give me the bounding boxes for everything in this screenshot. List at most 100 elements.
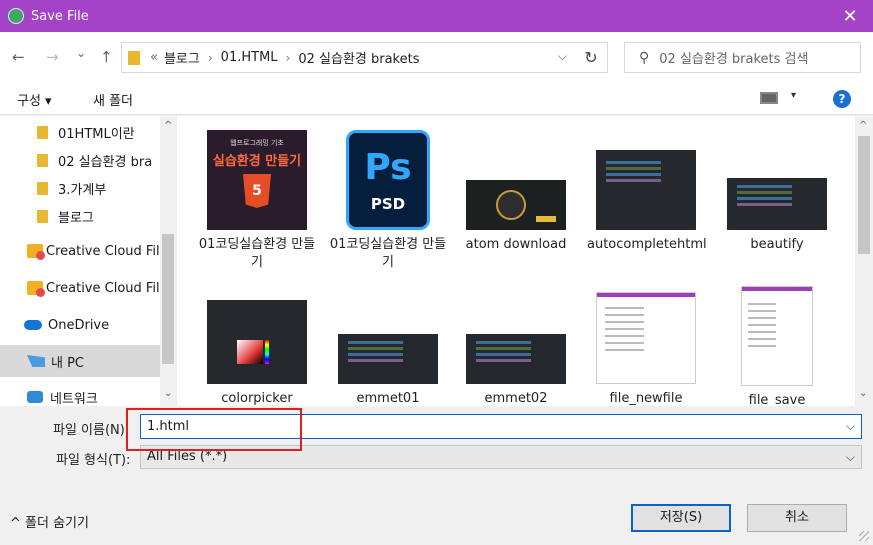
color-swatch <box>237 340 263 364</box>
save-button[interactable]: 저장(S) <box>631 504 731 532</box>
code-thumbnail <box>338 334 438 384</box>
file-list: 웹프로그래밍 기초 실습환경 만들기 5 01코딩실습환경 만들기 Ps PSD… <box>177 116 873 406</box>
help-icon[interactable]: ? <box>833 90 851 108</box>
sidebar-scrollbar[interactable]: ^ ⌄ <box>160 116 176 406</box>
filetype-value: All Files (*.*) <box>147 449 228 464</box>
search-placeholder: 02 실습환경 brakets 검색 <box>659 52 809 67</box>
html-thumbnail: 웹프로그래밍 기초 실습환경 만들기 5 <box>207 130 307 230</box>
cancel-button[interactable]: 취소 <box>747 504 847 532</box>
breadcrumb-item[interactable]: 블로그 <box>164 48 200 67</box>
file-name: emmet02 <box>484 391 548 406</box>
view-dropdown-icon[interactable]: ▾ <box>791 90 796 101</box>
scrollbar-thumb[interactable] <box>162 234 174 364</box>
thumb-title: 실습환경 만들기 <box>212 154 302 169</box>
sidebar-item-label: 내 PC <box>51 355 85 371</box>
file-name: 01코딩실습환경 만들기 <box>329 237 447 270</box>
file-item[interactable]: file_newfile <box>587 292 705 406</box>
scroll-down-icon[interactable]: ⌄ <box>859 388 867 399</box>
file-item[interactable]: 웹프로그래밍 기초 실습환경 만들기 5 01코딩실습환경 만들기 <box>198 130 316 272</box>
colorpicker-thumbnail <box>207 300 307 384</box>
address-dropdown-icon[interactable]: ⌵ <box>558 49 567 64</box>
sidebar-item-label: 블로그 <box>58 210 94 226</box>
scroll-up-icon[interactable]: ^ <box>164 120 172 131</box>
folder-icon <box>128 50 140 65</box>
creative-cloud-icon <box>27 244 45 260</box>
sidebar-item-blog[interactable]: 블로그 <box>0 200 160 232</box>
resize-grip-icon[interactable] <box>859 531 869 541</box>
file-name: beautify <box>750 237 804 252</box>
sidebar-item-this-pc[interactable]: 내 PC <box>0 345 160 377</box>
new-folder-button[interactable]: 새 폴더 <box>93 90 133 109</box>
search-icon: ⚲ <box>639 49 650 66</box>
code-thumbnail <box>466 334 566 384</box>
chevron-down-icon[interactable]: ⌵ <box>846 446 855 468</box>
breadcrumb-item[interactable]: 02 실습환경 brakets <box>298 48 419 67</box>
file-item[interactable]: Ps PSD 01코딩실습환경 만들기 <box>329 130 447 272</box>
creative-cloud-icon <box>27 281 45 297</box>
up-arrow-icon[interactable]: ↑ <box>100 48 113 66</box>
sidebar-item-network[interactable]: 네트워크 <box>0 381 160 406</box>
sidebar-item-creative-cloud[interactable]: Creative Cloud Fil <box>0 235 160 267</box>
file-item[interactable]: file_save <box>718 286 836 406</box>
app-icon <box>8 8 24 24</box>
sidebar-item-label: Creative Cloud Fil <box>46 243 160 259</box>
code-thumbnail <box>727 178 827 230</box>
download-button-image <box>536 216 556 222</box>
file-list-scrollbar[interactable]: ^ ⌄ <box>855 116 873 406</box>
red-annotation-box <box>126 408 302 451</box>
folder-icon <box>37 153 48 167</box>
filename-label: 파일 이름(N): <box>53 423 130 438</box>
file-name: 01코딩실습환경 만들기 <box>198 237 316 270</box>
view-options-icon[interactable] <box>760 92 778 104</box>
thumb-caption: 웹프로그래밍 기초 <box>230 139 284 147</box>
window-title: Save File <box>31 8 89 24</box>
file-item[interactable]: atom download <box>457 180 575 254</box>
address-bar[interactable]: « 블로그 › 01.HTML › 02 실습환경 brakets ⌵ ↻ <box>121 42 608 73</box>
atom-logo-icon <box>496 190 526 220</box>
file-name: file_save <box>748 393 806 406</box>
navigation-pane: 01HTML이란 02 실습환경 bra 3.가계부 블로그 Creative … <box>0 116 176 406</box>
sidebar-item-label: 02 실습환경 bra <box>58 154 153 170</box>
close-button[interactable]: ✕ <box>827 0 873 32</box>
back-arrow-icon[interactable]: ← <box>12 48 25 66</box>
file-item[interactable]: emmet01 <box>329 334 447 406</box>
pc-icon <box>27 355 45 367</box>
breadcrumb-separator-icon[interactable]: › <box>208 51 213 65</box>
hue-bar <box>265 340 269 364</box>
photoshop-icon: Ps PSD <box>346 130 430 230</box>
atom-thumbnail <box>466 180 566 230</box>
file-item[interactable]: beautify <box>718 178 836 254</box>
folder-icon <box>37 181 48 195</box>
breadcrumb-separator-icon[interactable]: › <box>286 51 291 65</box>
sidebar-item-label: 3.가계부 <box>58 182 107 198</box>
refresh-icon[interactable]: ↻ <box>575 43 607 72</box>
file-name: atom download <box>465 237 567 252</box>
file-item[interactable]: autocompletehtml <box>587 150 707 254</box>
recent-locations-chevron-icon[interactable]: ⌄ <box>76 46 86 60</box>
forward-arrow-icon[interactable]: → <box>46 48 59 66</box>
file-name: emmet01 <box>356 391 420 406</box>
scrollbar-thumb[interactable] <box>858 136 870 254</box>
sidebar-item-label: OneDrive <box>48 317 110 333</box>
filetype-label: 파일 형식(T): <box>56 453 131 468</box>
file-item[interactable]: emmet02 <box>457 334 575 406</box>
breadcrumb-overflow[interactable]: « <box>150 50 158 65</box>
organize-button[interactable]: 구성 ▾ <box>17 90 52 109</box>
folder-icon <box>37 125 48 139</box>
chevron-down-icon[interactable]: ⌵ <box>846 415 855 438</box>
scroll-up-icon[interactable]: ^ <box>859 120 867 131</box>
hide-folders-toggle[interactable]: ^ 폴더 숨기기 <box>10 512 89 531</box>
save-options-panel: 파일 이름(N): 1.html ⌵ 파일 형식(T): All Files (… <box>0 406 873 545</box>
folder-icon <box>37 209 48 223</box>
screenshot-thumbnail <box>596 292 696 384</box>
scroll-down-icon[interactable]: ⌄ <box>164 388 172 399</box>
sidebar-item-onedrive[interactable]: OneDrive <box>0 309 160 341</box>
title-bar: Save File ✕ <box>0 0 873 32</box>
address-row: ← → ⌄ ↑ « 블로그 › 01.HTML › 02 실습환경 braket… <box>0 32 873 82</box>
sidebar-item-creative-cloud[interactable]: Creative Cloud Fil <box>0 272 160 304</box>
search-input[interactable]: ⚲ 02 실습환경 brakets 검색 <box>624 42 861 73</box>
html5-logo-icon: 5 <box>243 174 271 208</box>
breadcrumb-item[interactable]: 01.HTML <box>221 50 278 65</box>
sidebar-item-label: Creative Cloud Fil <box>46 280 160 296</box>
file-item[interactable]: colorpicker <box>198 300 316 406</box>
